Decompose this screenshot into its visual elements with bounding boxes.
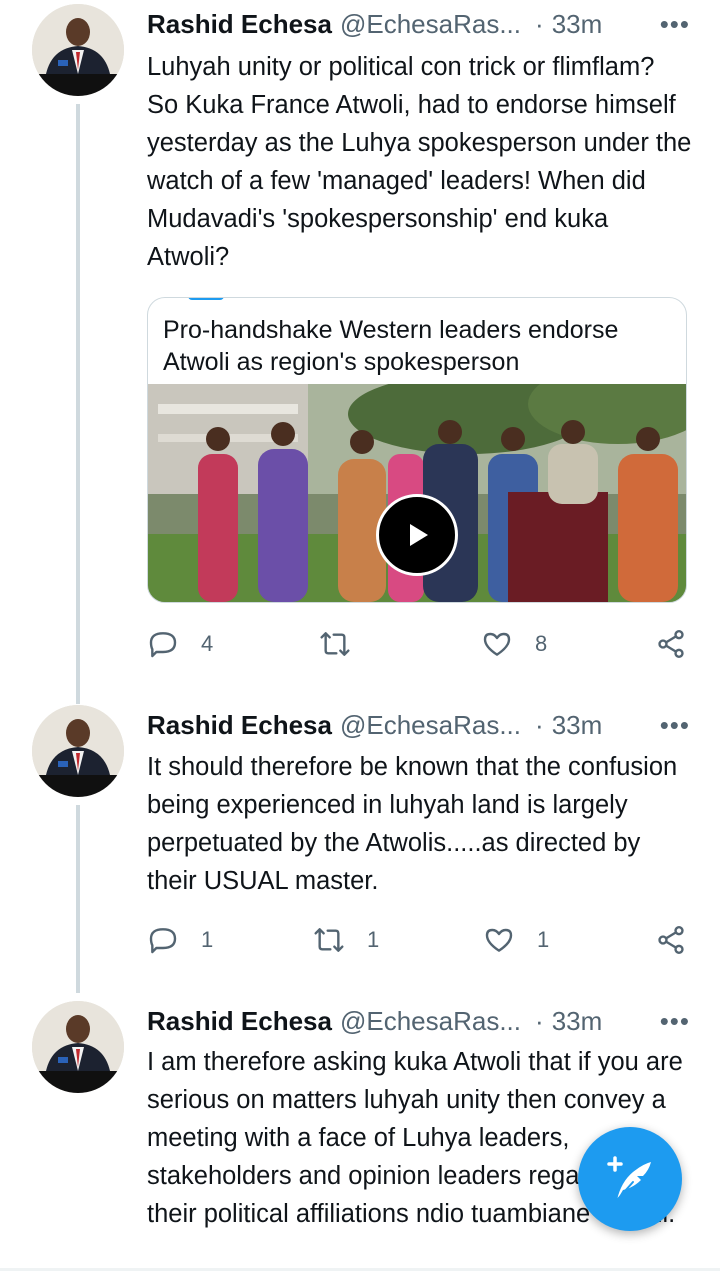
tweet-header: Rashid Echesa @EchesaRas... · 33m ••• bbox=[147, 705, 690, 745]
share-button[interactable] bbox=[655, 920, 687, 960]
more-options-icon[interactable]: ••• bbox=[660, 1006, 690, 1037]
user-handle[interactable]: @EchesaRas... bbox=[340, 1006, 521, 1037]
reply-button[interactable]: 1 bbox=[147, 920, 213, 960]
tweet-header: Rashid Echesa @EchesaRas... · 33m ••• bbox=[147, 4, 690, 44]
user-handle[interactable]: @EchesaRas... bbox=[340, 710, 521, 741]
compose-tweet-button[interactable] bbox=[578, 1127, 682, 1231]
display-name[interactable]: Rashid Echesa bbox=[147, 1006, 332, 1037]
tweet-text: Luhyah unity or political con trick or f… bbox=[147, 53, 692, 271]
separator-dot: · bbox=[535, 8, 544, 39]
thread-line bbox=[76, 805, 80, 993]
share-icon bbox=[658, 926, 684, 954]
reply-count: 1 bbox=[201, 927, 214, 952]
user-handle[interactable]: @EchesaRas... bbox=[340, 9, 521, 40]
separator-dot: · bbox=[535, 1005, 544, 1036]
reply-icon bbox=[149, 632, 177, 658]
retweet-button[interactable]: 1 bbox=[313, 920, 379, 960]
video-thumbnail[interactable] bbox=[148, 364, 686, 602]
retweet-count: 1 bbox=[367, 927, 380, 952]
avatar[interactable] bbox=[32, 4, 124, 96]
display-name[interactable]: Rashid Echesa bbox=[147, 710, 332, 741]
retweet-button[interactable] bbox=[319, 624, 373, 664]
heart-icon bbox=[485, 928, 513, 952]
avatar[interactable] bbox=[32, 1001, 124, 1093]
more-options-icon[interactable]: ••• bbox=[660, 9, 690, 40]
thread-line bbox=[76, 104, 80, 696]
timestamp[interactable]: 33m bbox=[552, 710, 603, 741]
like-button[interactable]: 8 bbox=[481, 624, 547, 664]
timestamp[interactable]: 33m bbox=[552, 1006, 603, 1037]
card-accent bbox=[188, 298, 224, 300]
share-button[interactable] bbox=[655, 624, 687, 664]
like-count: 1 bbox=[537, 927, 550, 952]
timestamp[interactable]: 33m bbox=[552, 9, 603, 40]
separator-dot: · bbox=[535, 709, 544, 740]
reply-button[interactable]: 4 bbox=[147, 624, 213, 664]
like-button[interactable]: 1 bbox=[483, 920, 549, 960]
tweet-text: It should therefore be known that the co… bbox=[147, 753, 678, 895]
tweet-header: Rashid Echesa @EchesaRas... · 33m ••• bbox=[147, 1001, 690, 1041]
heart-icon bbox=[483, 632, 511, 656]
avatar[interactable] bbox=[32, 705, 124, 797]
card-title: Pro-handshake Western leaders endorse At… bbox=[163, 316, 619, 376]
thread-line bbox=[76, 686, 80, 704]
tweet-actions: 4 8 bbox=[147, 624, 687, 664]
like-count: 8 bbox=[535, 631, 548, 656]
retweet-icon bbox=[320, 632, 350, 656]
reply-count: 4 bbox=[201, 631, 214, 656]
more-options-icon[interactable]: ••• bbox=[660, 710, 690, 741]
reply-icon bbox=[149, 928, 177, 954]
compose-tweet-icon bbox=[607, 1156, 651, 1201]
share-icon bbox=[658, 630, 684, 658]
retweet-icon bbox=[314, 928, 344, 952]
play-icon[interactable] bbox=[376, 494, 458, 576]
tweet-actions: 1 1 1 bbox=[147, 920, 687, 960]
display-name[interactable]: Rashid Echesa bbox=[147, 9, 332, 40]
link-card[interactable]: Pro-handshake Western leaders endorse At… bbox=[147, 297, 687, 603]
